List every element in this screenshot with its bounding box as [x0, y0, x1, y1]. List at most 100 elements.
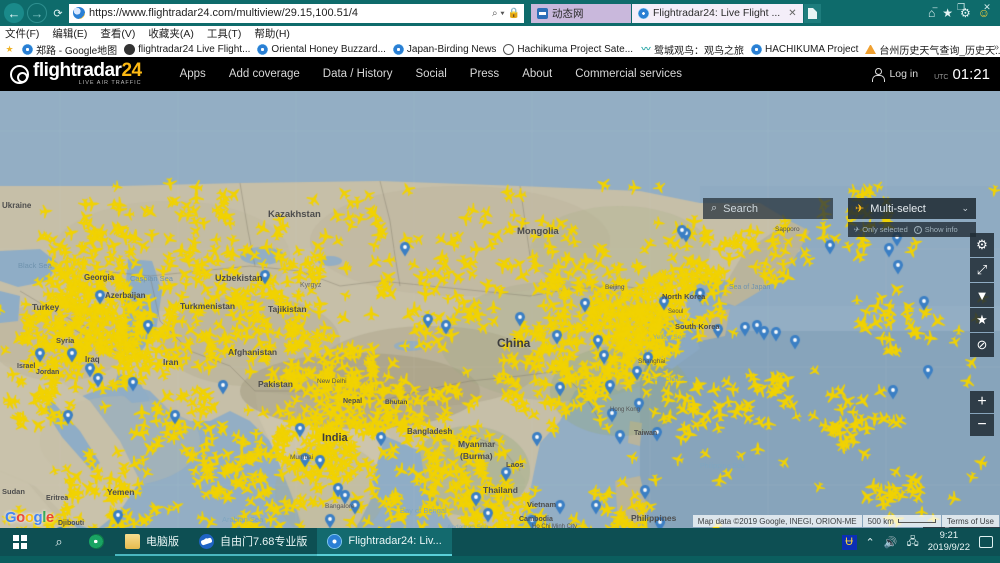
ie-icon: [327, 533, 343, 549]
menu-view[interactable]: 查看(V): [100, 26, 135, 41]
bookmark-item[interactable]: Japan-Birding News: [392, 43, 496, 55]
freegate-tray-icon[interactable]: Ʉ: [841, 534, 857, 550]
google-logo: Google: [5, 509, 54, 526]
menu-favorites[interactable]: 收藏夹(A): [148, 26, 194, 41]
freegate-icon: [199, 533, 214, 549]
bookmark-item[interactable]: 〰鹭城观鸟：观鸟之旅: [640, 42, 745, 57]
windows-taskbar: ⌕ 电脑版 自由门7.68专业版 Flightradar24: Liv... Ʉ…: [0, 528, 1000, 556]
flightradar24-logo[interactable]: flightradar24 LIVE AIR TRAFFIC: [10, 61, 142, 87]
tab-title: 动态网: [552, 7, 584, 20]
bookmarks-overflow-icon[interactable]: »: [993, 42, 999, 53]
nav-about[interactable]: About: [522, 68, 552, 80]
logo-accent-text: 24: [121, 60, 142, 82]
address-bar[interactable]: https://www.flightradar24.com/multiview/…: [69, 3, 524, 23]
nav-data-history[interactable]: Data / History: [323, 68, 393, 80]
page-icon: [392, 43, 404, 55]
forward-button[interactable]: →: [27, 3, 47, 23]
main-navigation: Apps Add coverage Data / History Social …: [180, 68, 682, 80]
close-button[interactable]: ✕: [974, 0, 1000, 14]
tab-strip: 动态网 Flightradar24: Live Flight ... ✕: [531, 3, 821, 23]
nav-commercial-services[interactable]: Commercial services: [575, 68, 682, 80]
refresh-icon[interactable]: ⟳: [50, 7, 66, 20]
addressbar-actions: ⌕ ▾ 🔒: [492, 8, 520, 19]
dynamic-site-icon: [537, 7, 548, 19]
search-input[interactable]: ⌕ Search: [703, 198, 833, 219]
map-viewport[interactable]: Kazakhstan Mongolia Uzbekistan Turkmenistan…: [0, 91, 1000, 528]
bookmark-label: Oriental Honey Buzzard...: [271, 43, 386, 55]
flight-map-canvas[interactable]: [0, 91, 1000, 528]
clock-time: 9:21: [939, 530, 959, 542]
tab-close-icon[interactable]: ✕: [784, 8, 796, 19]
zoom-in-button[interactable]: +: [970, 391, 994, 413]
header-right: Log in UTC 01:21: [871, 66, 990, 83]
fullscreen-icon[interactable]: ⤢: [970, 258, 994, 282]
show-info-toggle[interactable]: i Show info: [913, 225, 958, 234]
favorites-star-icon[interactable]: ★: [4, 44, 15, 55]
map-zoom-controls: + −: [970, 391, 994, 437]
only-selected-toggle[interactable]: ✈ Only selected: [853, 225, 908, 234]
zoom-out-button[interactable]: −: [970, 414, 994, 436]
plane-icon: ✈: [855, 203, 865, 215]
login-button[interactable]: Log in: [871, 67, 919, 82]
search-placeholder: Search: [723, 202, 759, 215]
taskbar-item-flightradar24[interactable]: Flightradar24: Liv...: [317, 528, 452, 556]
taskbar-search-button[interactable]: ⌕: [40, 528, 78, 556]
bookmark-label: 台州历史天气查询_历史天...: [879, 45, 1000, 57]
playback-icon[interactable]: ⊘: [970, 333, 994, 357]
minimize-button[interactable]: –: [922, 0, 948, 14]
back-button[interactable]: ←: [4, 3, 24, 23]
windows-logo-icon: [13, 535, 27, 549]
menu-edit[interactable]: 编辑(E): [52, 26, 87, 41]
bookmark-item[interactable]: HACHIKUMA Project: [751, 43, 858, 55]
start-button[interactable]: [0, 528, 40, 556]
remove-ads-button[interactable]: 💡 Remove ads: [923, 526, 1000, 528]
taskbar-item-label: 自由门7.68专业版: [220, 536, 308, 548]
multi-select-label: Multi-select: [870, 202, 926, 215]
bookmark-item[interactable]: 郑路 - Google地图: [22, 42, 117, 57]
logo-main-text: flightradar: [33, 60, 122, 82]
edge-icon: [89, 533, 104, 549]
taskbar-item-freegate[interactable]: 自由门7.68专业版: [189, 528, 318, 556]
menu-tools[interactable]: 工具(T): [207, 26, 241, 41]
taskbar-item-edge[interactable]: [78, 528, 115, 556]
nav-apps[interactable]: Apps: [180, 68, 206, 80]
bookmark-item[interactable]: Oriental Honey Buzzard...: [257, 43, 386, 55]
bookmarks-bar: ★ 郑路 - Google地图 flightradar24 Live Fligh…: [0, 41, 1000, 57]
map-scale: 500 km: [862, 515, 941, 527]
volume-icon[interactable]: 🔊: [884, 536, 898, 549]
page-icon: [257, 43, 269, 55]
taskbar-clock[interactable]: 9:21 2019/9/22: [928, 530, 970, 554]
tab-dongtaiwang[interactable]: 动态网: [531, 3, 631, 23]
nav-add-coverage[interactable]: Add coverage: [229, 68, 300, 80]
network-icon[interactable]: 🖧: [906, 533, 918, 552]
nav-social[interactable]: Social: [415, 68, 446, 80]
browser-navigation-bar: ← → ⟳ https://www.flightradar24.com/mult…: [0, 0, 1000, 26]
bookmark-item[interactable]: flightradar24 Live Flight...: [124, 43, 250, 55]
restore-button[interactable]: ❐: [948, 0, 974, 14]
menu-help[interactable]: 帮助(H): [254, 26, 290, 41]
show-hidden-icons-chevron-icon[interactable]: ⌃: [866, 536, 875, 549]
multi-select-dropdown[interactable]: ✈ Multi-select ⌄: [848, 198, 976, 219]
taskbar-item-label: Flightradar24: Liv...: [348, 535, 442, 547]
search-in-page-icon[interactable]: ⌕ ▾: [492, 8, 505, 19]
login-label: Log in: [889, 68, 919, 80]
weather-icon: [865, 44, 877, 54]
plane-small-icon: ✈: [853, 225, 860, 234]
action-center-icon[interactable]: [979, 536, 993, 548]
bookmark-item[interactable]: Hachikuma Project Sate...: [503, 43, 633, 55]
filter-icon[interactable]: ▼: [970, 283, 994, 307]
menu-file[interactable]: 文件(F): [5, 26, 39, 41]
clock-icon: [503, 43, 515, 55]
bookmark-label: 鹭城观鸟：观鸟之旅: [654, 45, 745, 57]
settings-gear-icon[interactable]: ⚙: [970, 233, 994, 257]
taskbar-item-computer[interactable]: 电脑版: [115, 528, 189, 556]
site-favicon-icon: [73, 7, 85, 19]
new-tab-button[interactable]: [803, 3, 821, 23]
terms-of-use-link[interactable]: Terms of Use: [941, 515, 999, 527]
page-icon: [22, 43, 33, 55]
window-controls: – ❐ ✕: [922, 0, 1000, 14]
tab-flightradar24[interactable]: Flightradar24: Live Flight ... ✕: [632, 3, 803, 23]
favorites-star-icon[interactable]: ★: [970, 308, 994, 332]
bookmark-item[interactable]: 台州历史天气查询_历史天...: [865, 42, 1000, 57]
nav-press[interactable]: Press: [470, 68, 499, 80]
